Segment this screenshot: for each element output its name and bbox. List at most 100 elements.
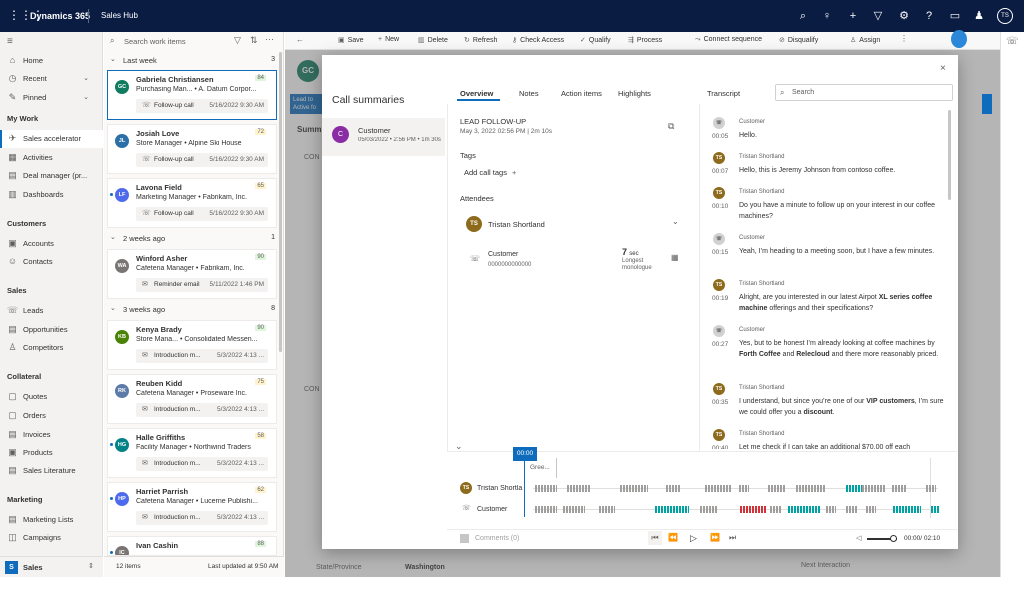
work-item-card[interactable]: HP Harriet Parrish 62 Cafeteria Manager • L… <box>107 482 277 532</box>
close-icon[interactable]: × <box>940 63 946 74</box>
refresh-button[interactable]: ↻ Refresh <box>464 36 497 44</box>
speech-segment[interactable] <box>567 485 591 492</box>
next-action[interactable]: ✉ Introduction m... 5/3/2022 4:13 ... <box>136 403 268 417</box>
next-action[interactable]: ☏ Follow-up call 5/16/2022 9:30 AM <box>136 99 268 113</box>
nav-invoices[interactable]: ▤ Invoices <box>0 426 103 444</box>
tab-overview[interactable]: Overview <box>460 89 493 98</box>
speech-segment[interactable] <box>620 485 648 492</box>
work-item-card[interactable]: WA Winford Asher 90 Cafeteria Manager • Fab… <box>107 249 277 299</box>
nav-sales-accelerator[interactable]: ✈ Sales accelerator <box>0 130 103 148</box>
volume-thumb[interactable] <box>890 535 897 542</box>
tab-transcript[interactable]: Transcript <box>707 89 740 98</box>
nav-competitors[interactable]: ♙ Competitors <box>0 339 103 357</box>
work-item-card[interactable]: JL Josiah Love 72 Store Manager • Alpine Sk… <box>107 124 277 174</box>
speech-segment[interactable] <box>931 506 939 513</box>
search-icon[interactable]: ⌕ <box>797 10 809 22</box>
nav-accounts[interactable]: ▣ Accounts <box>0 235 103 253</box>
work-item-card[interactable]: RK Reuben Kidd 75 Cafeteria Manager • Prose… <box>107 374 277 424</box>
speech-segment[interactable] <box>893 506 921 513</box>
speech-segment[interactable] <box>926 485 936 492</box>
speech-segment[interactable] <box>826 506 836 513</box>
fast-forward-icon[interactable]: ⏩ <box>710 533 720 542</box>
filter-icon[interactable]: ▽ <box>234 35 241 46</box>
more-icon[interactable]: ··· <box>265 34 274 44</box>
play-icon[interactable]: ▷ <box>690 533 697 544</box>
brand-title[interactable]: Dynamics 365 <box>30 11 90 21</box>
speech-segment[interactable] <box>862 485 886 492</box>
chevron-down-icon[interactable]: ⌄ <box>672 217 679 226</box>
nav-deal-manager[interactable]: ▤ Deal manager (pr... <box>0 167 103 185</box>
next-action[interactable]: ✉ Introduction m... 5/3/2022 4:13 ... <box>136 511 268 525</box>
area-switcher[interactable]: S Sales ⇕ <box>0 556 103 577</box>
hamburger-icon[interactable]: ≡ <box>7 36 13 47</box>
save-button[interactable]: ▣ Save <box>338 36 364 44</box>
nav-sales-literature[interactable]: ▤ Sales Literature <box>0 462 103 480</box>
chevron-down-icon[interactable]: ⌄ <box>455 441 463 452</box>
next-action[interactable]: ✉ Introduction m... 5/3/2022 4:13 ... <box>136 349 268 363</box>
more-icon[interactable]: ⋮ <box>900 34 908 43</box>
work-item-card[interactable]: IC Ivan Cashin 88 <box>107 536 277 556</box>
next-action[interactable]: ☏ Follow-up call 5/16/2022 9:30 AM <box>136 207 268 221</box>
nav-products[interactable]: ▣ Products <box>0 444 103 462</box>
app-launcher-icon[interactable]: ⋮⋮⋮ <box>8 9 44 21</box>
speech-segment[interactable] <box>700 506 718 513</box>
call-list-item[interactable]: C Customer 05/03/2022 • 2:56 PM • 1m 30s <box>322 118 445 156</box>
playhead-line[interactable] <box>524 461 525 517</box>
nav-leads[interactable]: ☏ Leads <box>0 302 103 320</box>
speech-segment[interactable] <box>740 506 766 513</box>
nav-activities[interactable]: ▦ Activities <box>0 149 103 167</box>
speech-segment[interactable] <box>846 485 862 492</box>
phone-icon[interactable]: ☏ <box>1006 36 1019 47</box>
speech-segment[interactable] <box>770 506 782 513</box>
next-action[interactable]: ✉ Reminder email 5/11/2022 1:46 PM <box>136 278 268 292</box>
add-tags-button[interactable]: Add call tags + <box>464 168 516 177</box>
lightbulb-icon[interactable]: ♀ <box>821 10 833 22</box>
speech-segment[interactable] <box>846 506 858 513</box>
assign-button[interactable]: ♙ Assign <box>850 36 880 44</box>
nav-recent[interactable]: ◷ Recent ⌄ <box>0 70 103 88</box>
rewind-icon[interactable]: ⏪ <box>668 533 678 542</box>
skip-start-icon[interactable]: ⏮ <box>648 531 662 545</box>
new-button[interactable]: + New <box>378 36 399 43</box>
speech-segment[interactable] <box>739 485 749 492</box>
back-arrow-icon[interactable]: ← <box>296 35 304 44</box>
tab-highlights[interactable]: Highlights <box>618 89 651 98</box>
speech-segment[interactable] <box>666 485 680 492</box>
work-item-card[interactable]: GC Gabriela Christiansen 84 Purchasing Man.… <box>107 70 277 120</box>
nav-quotes[interactable]: ▢ Quotes <box>0 388 103 406</box>
work-item-card[interactable]: KB Kenya Brady 90 Store Mana... • Consolida… <box>107 320 277 370</box>
sort-icon[interactable]: ⇅ <box>250 35 258 46</box>
next-action[interactable]: ✉ Introduction m... 5/3/2022 4:13 ... <box>136 457 268 471</box>
plus-icon[interactable]: + <box>847 10 859 22</box>
chat-icon[interactable]: ▭ <box>949 10 961 22</box>
tab-notes[interactable]: Notes <box>519 89 539 98</box>
speech-segment[interactable] <box>866 506 876 513</box>
check-access-button[interactable]: ⚷ Check Access <box>512 36 564 44</box>
transcript-search[interactable]: ⌕ Search <box>775 84 953 101</box>
group-header[interactable]: ⌄ 3 weeks ago 8 <box>107 302 279 316</box>
help-icon[interactable]: ? <box>923 10 935 22</box>
disqualify-button[interactable]: ⊘ Disqualify <box>779 36 818 44</box>
speech-segment[interactable] <box>535 485 557 492</box>
nav-dashboards[interactable]: ▥ Dashboards <box>0 186 103 204</box>
volume-icon[interactable]: ◁ <box>856 534 861 542</box>
search-input[interactable]: Search work items <box>124 37 186 46</box>
user-avatar[interactable]: TS <box>997 8 1013 24</box>
group-header[interactable]: ⌄ Last week 3 <box>107 53 279 67</box>
speech-segment[interactable] <box>788 506 820 513</box>
nav-contacts[interactable]: ☺ Contacts <box>0 253 103 271</box>
flyout-toggle[interactable] <box>982 94 992 114</box>
nav-pinned[interactable]: ✎ Pinned ⌄ <box>0 89 103 107</box>
nav-marketing-lists[interactable]: ▤ Marketing Lists <box>0 511 103 529</box>
copy-icon[interactable]: ⧉ <box>668 121 674 132</box>
speech-segment[interactable] <box>705 485 731 492</box>
speech-segment[interactable] <box>892 485 906 492</box>
speech-segment[interactable] <box>655 506 689 513</box>
nav-campaigns[interactable]: ◫ Campaigns <box>0 529 103 547</box>
skip-end-icon[interactable]: ⏭ <box>729 533 736 543</box>
nav-opportunities[interactable]: ▤ Opportunities <box>0 321 103 339</box>
work-item-card[interactable]: HG Halle Griffiths 58 Facility Manager • No… <box>107 428 277 478</box>
filter-icon[interactable]: ▽ <box>872 10 884 22</box>
scrollbar[interactable] <box>948 110 951 200</box>
nav-home[interactable]: ⌂ Home <box>0 52 103 70</box>
